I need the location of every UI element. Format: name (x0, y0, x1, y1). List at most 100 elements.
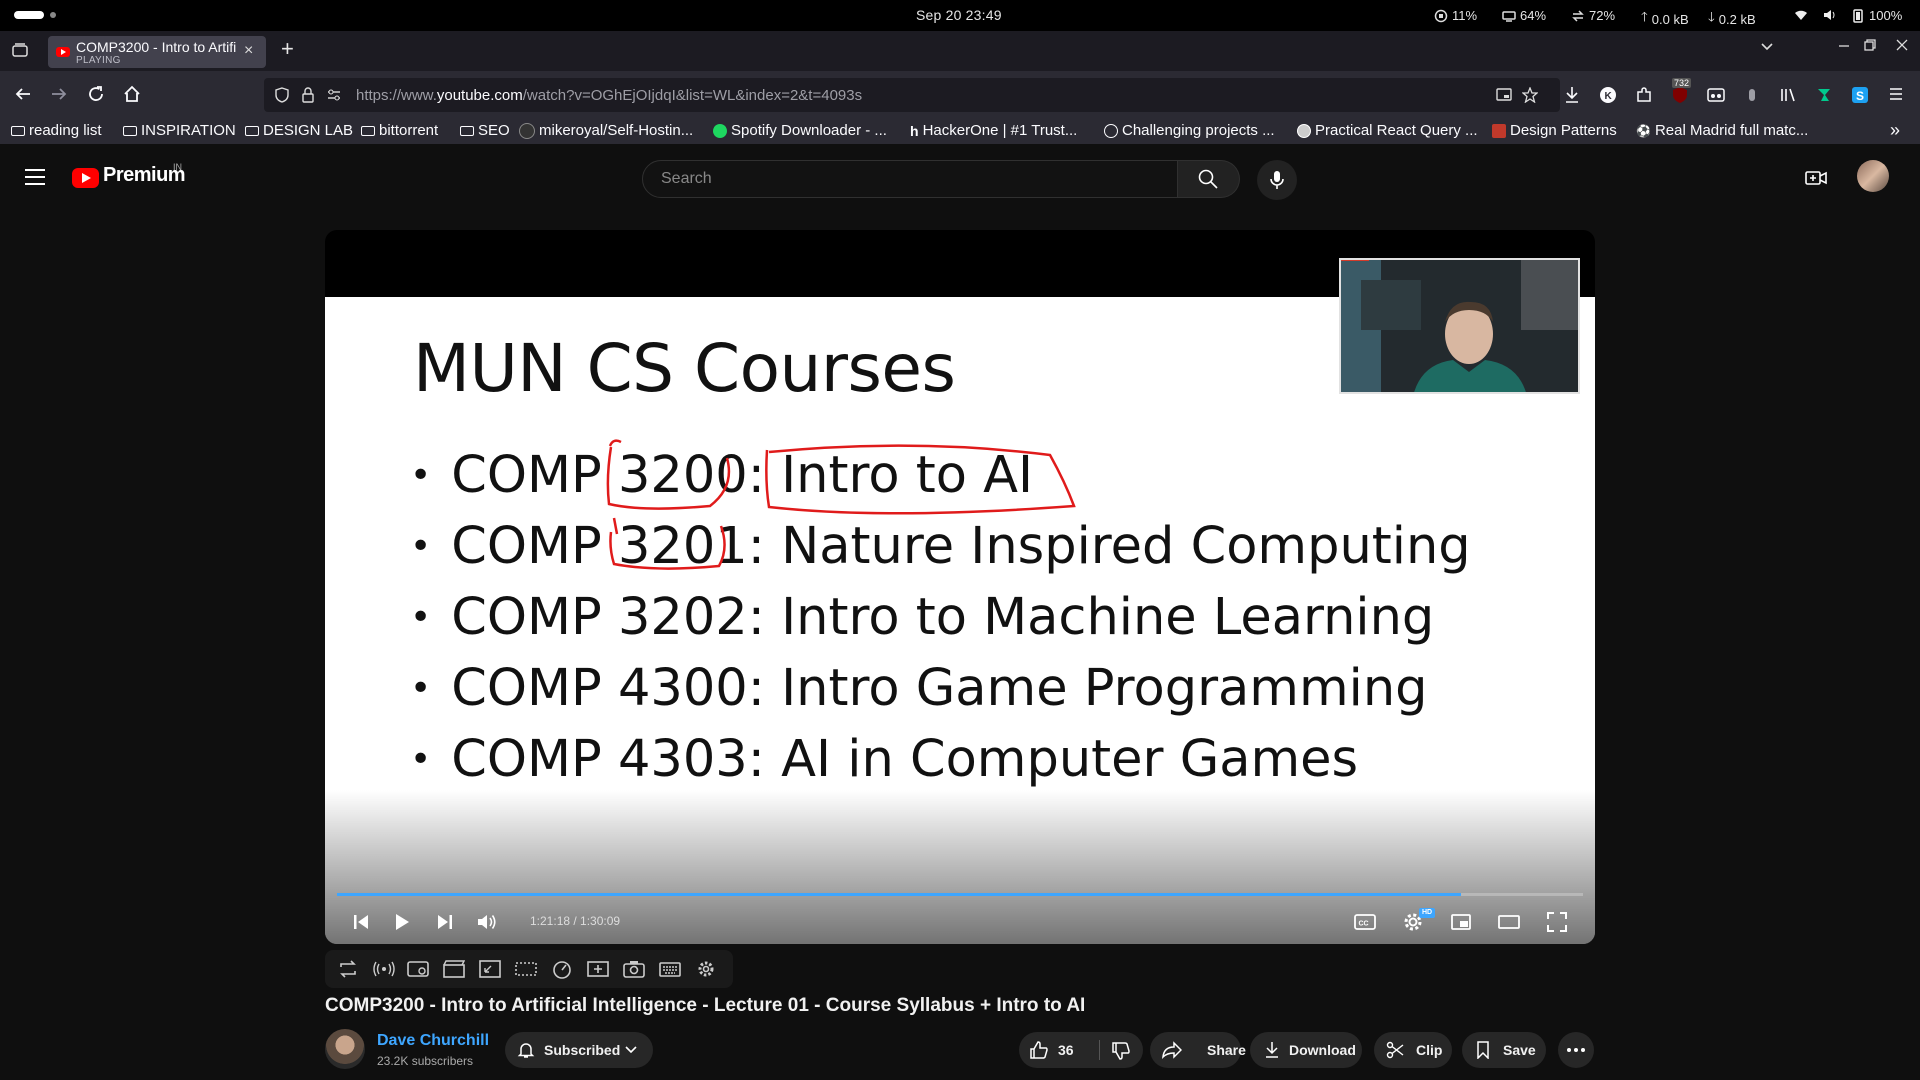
url-text[interactable]: https://www.youtube.com/watch?v=OGhEjOIj… (356, 87, 862, 104)
tracking-shield-icon[interactable] (274, 87, 290, 103)
permissions-icon[interactable] (326, 87, 342, 103)
volume-icon[interactable] (475, 910, 499, 934)
search-button[interactable] (1178, 160, 1240, 198)
save-button[interactable]: Save (1462, 1032, 1546, 1068)
battery-indicator[interactable]: 100% (1851, 8, 1902, 23)
channel-name-link[interactable]: Dave Churchill (377, 1032, 489, 1050)
progress-bar[interactable] (337, 893, 1583, 896)
loop-icon[interactable] (337, 959, 359, 979)
bookmarks-overflow-chevron-icon[interactable]: » (1890, 120, 1900, 141)
bookmark-folder-seo[interactable]: SEO (460, 122, 510, 139)
bookmark-folder-reading-list[interactable]: reading list (11, 122, 102, 139)
tab-close-icon[interactable]: × (244, 42, 253, 60)
mouse-extension-icon[interactable] (1742, 86, 1762, 106)
tabs-overflow-chevron-icon[interactable] (1760, 39, 1774, 58)
forward-arrow-icon[interactable] (49, 85, 69, 105)
downloads-icon[interactable] (1562, 86, 1582, 106)
account-avatar[interactable] (1857, 160, 1889, 192)
clock[interactable]: Sep 20 23:49 (916, 7, 1002, 23)
play-icon[interactable] (389, 910, 413, 934)
fullscreen-icon[interactable] (1545, 910, 1569, 934)
youtube-logo-icon[interactable] (72, 168, 99, 188)
clip-button[interactable]: Clip (1374, 1032, 1452, 1068)
github-icon (519, 122, 535, 139)
webcam-overlay (1339, 258, 1580, 394)
expand-video-icon[interactable] (515, 959, 537, 979)
bookmark-hackerone[interactable]: h HackerOne | #1 Trust... (910, 122, 1077, 139)
slide-bullet: COMP 4300: Intro Game Programming (410, 653, 1471, 724)
share-button[interactable]: Share (1150, 1032, 1246, 1068)
reload-icon[interactable] (86, 85, 106, 105)
slide-bullet: COMP 4303: AI in Computer Games (410, 724, 1471, 795)
tampermonkey-extension-icon[interactable] (1814, 86, 1834, 106)
scissors-icon (1386, 1041, 1404, 1059)
app-menu-icon[interactable] (1886, 86, 1906, 106)
close-window-icon[interactable] (1896, 38, 1908, 55)
bookmark-react-query[interactable]: Practical React Query ... (1297, 122, 1478, 139)
restore-window-icon[interactable] (1864, 38, 1876, 55)
lock-icon[interactable] (300, 87, 316, 103)
search-box[interactable] (642, 160, 1178, 198)
download-label: Download (1289, 1042, 1356, 1058)
download-button[interactable]: Download (1250, 1032, 1362, 1068)
bookmark-real-madrid[interactable]: ⚽ Real Madrid full matc... (1636, 122, 1808, 139)
region-code: IN (173, 162, 182, 172)
tab-list-icon[interactable] (12, 43, 28, 57)
wifi-icon[interactable] (1794, 8, 1808, 22)
cinema-mode-icon[interactable] (407, 959, 429, 979)
stylus-extension-icon[interactable]: S (1850, 86, 1870, 106)
broadcast-icon[interactable] (373, 959, 395, 979)
search-input[interactable] (659, 169, 1143, 189)
bookmark-challenging-projects[interactable]: Challenging projects ... (1104, 122, 1275, 139)
bookmark-design-patterns[interactable]: Design Patterns (1492, 122, 1617, 139)
browser-nav-bar: https://www.youtube.com/watch?v=OGhEjOIj… (0, 71, 1920, 120)
subscribed-button[interactable]: Subscribed (505, 1032, 653, 1068)
theater-mode-icon[interactable] (1497, 910, 1521, 934)
bookmark-folder-bittorrent[interactable]: bittorrent (361, 122, 438, 139)
picture-in-picture-icon[interactable] (1496, 87, 1512, 103)
hackerone-icon: h (910, 122, 919, 139)
video-player[interactable]: MUN CS Courses COMP 3200: Intro to AI CO… (325, 230, 1595, 944)
library-icon[interactable] (1778, 86, 1798, 106)
ublock-extension-icon[interactable]: 732 (1670, 78, 1692, 106)
resize-icon[interactable] (479, 959, 501, 979)
bookmark-github[interactable]: mikeroyal/Self-Hostin... (519, 122, 693, 139)
miniplayer-icon[interactable] (1449, 910, 1473, 934)
channel-avatar[interactable] (325, 1029, 365, 1069)
clapperboard-icon[interactable] (443, 959, 465, 979)
next-video-icon[interactable] (433, 910, 457, 934)
new-tab-button[interactable]: + (281, 36, 294, 62)
voice-search-button[interactable] (1257, 160, 1297, 200)
screenshot-camera-icon[interactable] (623, 959, 645, 979)
extensions-puzzle-icon[interactable] (1634, 86, 1654, 106)
keyboard-icon[interactable] (659, 959, 681, 979)
create-video-icon[interactable] (1805, 169, 1827, 187)
kee-extension-icon[interactable]: K (1598, 86, 1618, 106)
cpu-indicator: 11% (1434, 8, 1477, 23)
tab-youtube[interactable]: COMP3200 - Intro to Artificial Intellige… (48, 36, 266, 68)
more-actions-button[interactable] (1558, 1032, 1594, 1068)
bookmark-folder-inspiration[interactable]: INSPIRATION (123, 122, 236, 139)
bookmark-spotify-downloader[interactable]: Spotify Downloader - ... (713, 122, 887, 139)
volume-icon[interactable] (1823, 8, 1837, 22)
subscriber-count: 23.2K subscribers (377, 1054, 474, 1068)
subtitles-icon[interactable]: CC (1353, 910, 1377, 934)
guide-menu-icon[interactable] (25, 169, 45, 190)
dislike-button[interactable] (1101, 1032, 1143, 1068)
cpu-value: 11% (1452, 8, 1478, 23)
previous-video-icon[interactable] (349, 910, 373, 934)
bookmark-folder-design-lab[interactable]: DESIGN LAB (245, 122, 353, 139)
add-window-icon[interactable] (587, 959, 609, 979)
minimize-window-icon[interactable] (1838, 38, 1850, 55)
back-arrow-icon[interactable] (13, 85, 33, 105)
bookmark-star-icon[interactable] (1521, 86, 1539, 104)
enhancer-settings-gear-icon[interactable] (695, 959, 717, 979)
glasses-extension-icon[interactable] (1706, 86, 1726, 106)
like-button[interactable]: 36 (1019, 1032, 1099, 1068)
url-bar[interactable]: https://www.youtube.com/watch?v=OGhEjOIj… (264, 78, 1560, 112)
home-icon[interactable] (122, 85, 142, 105)
football-icon: ⚽ (1636, 123, 1651, 138)
workspace-indicator[interactable] (14, 11, 44, 19)
workspace-dot[interactable] (50, 12, 56, 18)
speed-gauge-icon[interactable] (551, 959, 573, 979)
